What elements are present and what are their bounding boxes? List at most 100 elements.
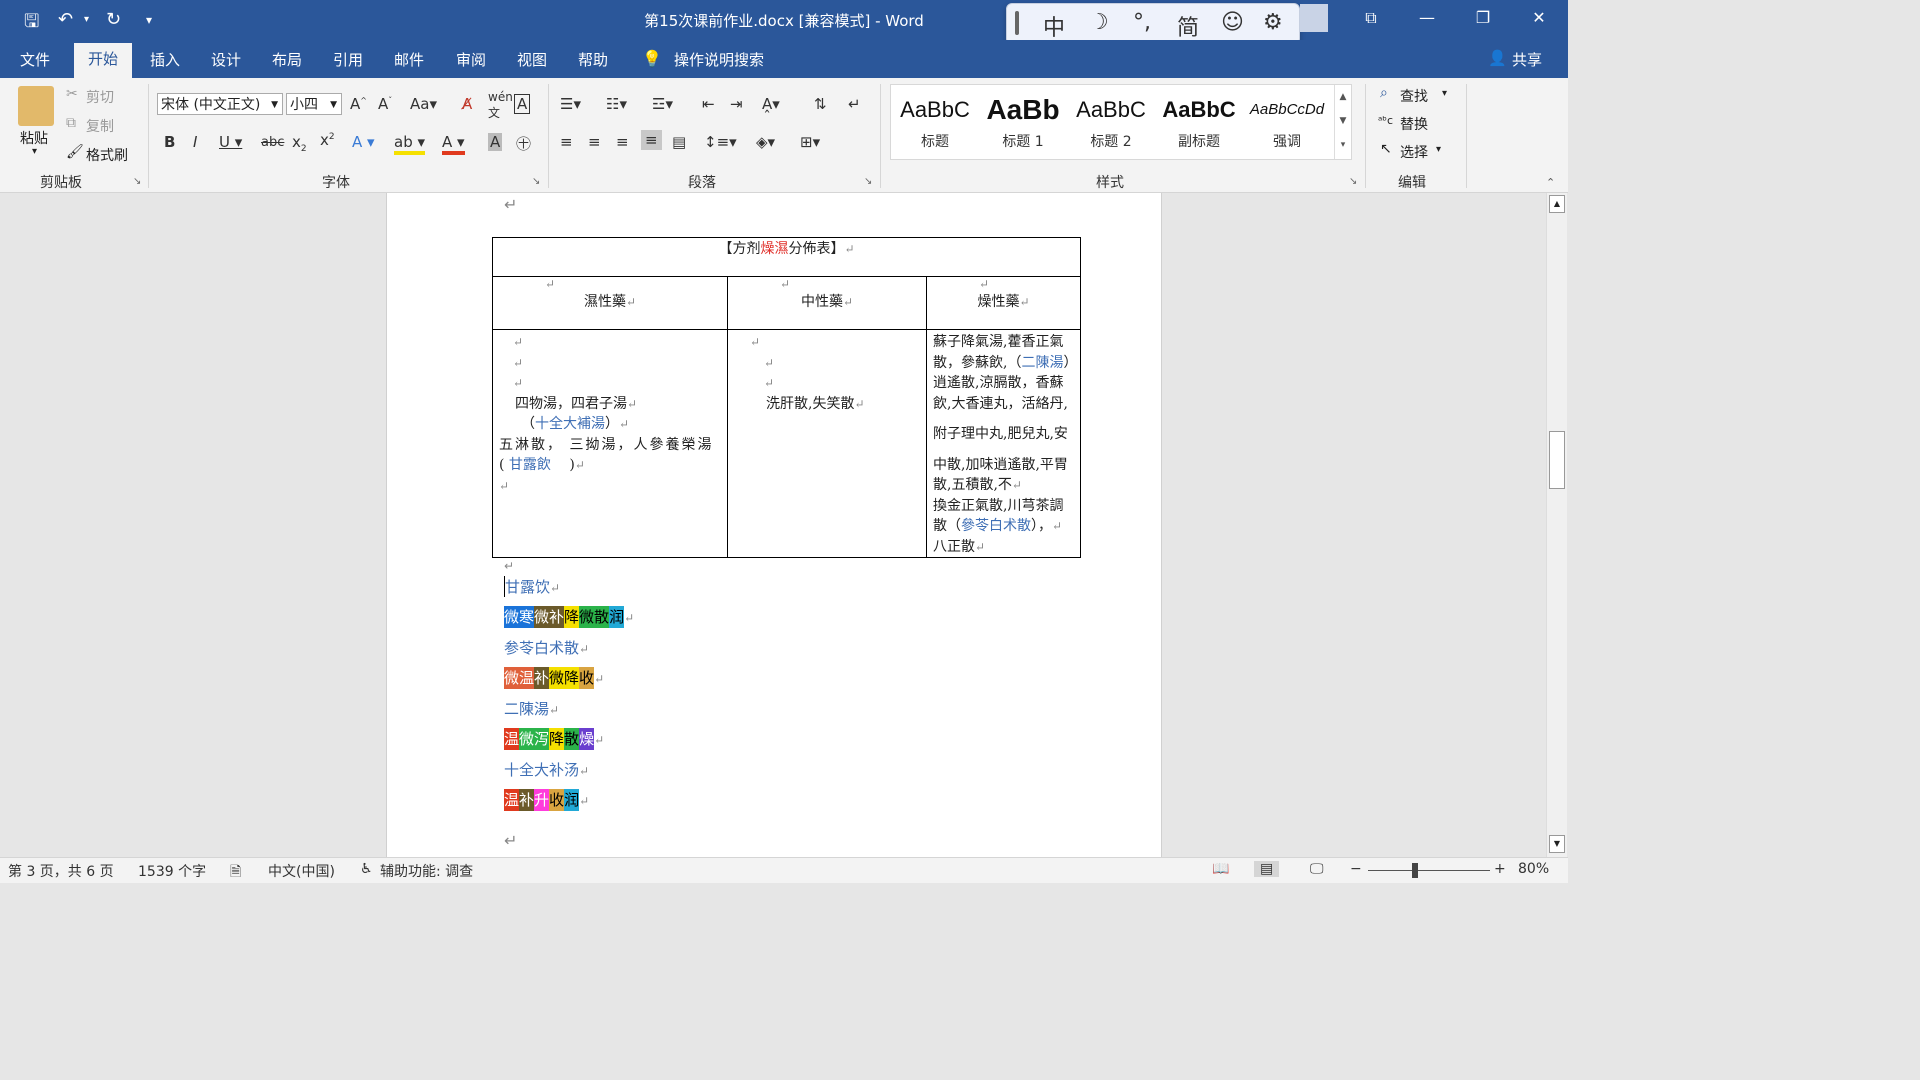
zoom-in-button[interactable]: + bbox=[1494, 861, 1506, 877]
dry-cell[interactable]: 蘇子降氣湯,藿香正氣散，參蘇飲,（二陳湯）逍遙散,涼膈散，香蘇飲,大香連丸，活絡… bbox=[926, 329, 1081, 558]
align-center-icon[interactable]: ≡ bbox=[588, 133, 601, 151]
numbering-icon[interactable]: ☷▾ bbox=[606, 95, 627, 113]
maximize-button[interactable]: ❐ bbox=[1468, 8, 1498, 27]
justify-icon[interactable]: ≡ bbox=[641, 130, 662, 150]
neutral-cell[interactable]: ↵ ↵ ↵ 洗肝散,失笑散↵ bbox=[727, 329, 927, 558]
change-case-icon[interactable]: Aa▾ bbox=[410, 95, 437, 113]
vertical-scrollbar[interactable]: ▲ ▼ bbox=[1546, 193, 1567, 857]
table-title-cell[interactable]: 【方剂燥濕分佈表】↵ bbox=[492, 237, 1081, 277]
find-button[interactable]: 查找 bbox=[1400, 86, 1428, 106]
collapse-ribbon-icon[interactable]: ⌃ bbox=[1546, 176, 1555, 189]
tab-layout[interactable]: 布局 bbox=[272, 49, 302, 70]
phonetic-guide-icon[interactable]: wén 文 bbox=[488, 90, 513, 121]
style-title[interactable]: AaBbC 标题 bbox=[891, 93, 979, 151]
scroll-down-button[interactable]: ▼ bbox=[1549, 835, 1565, 853]
proofing-icon[interactable]: 🗎 bbox=[230, 861, 241, 885]
formula-name-line[interactable]: 参苓白术散↵ bbox=[504, 637, 589, 658]
ime-punctuation-icon[interactable]: °, bbox=[1133, 10, 1151, 35]
tab-references[interactable]: 引用 bbox=[333, 49, 363, 70]
decrease-indent-icon[interactable]: ⇤ bbox=[702, 95, 715, 113]
paste-icon[interactable] bbox=[18, 86, 54, 126]
subscript-icon[interactable]: x2 bbox=[292, 133, 307, 154]
style-emphasis[interactable]: AaBbCcDd 强调 bbox=[1243, 93, 1331, 151]
multilevel-list-icon[interactable]: ☲▾ bbox=[652, 95, 673, 113]
sort-icon[interactable]: ⇅ bbox=[814, 95, 827, 113]
header-dry[interactable]: ↵ 燥性藥↵ bbox=[926, 276, 1081, 330]
property-tags-row[interactable]: 微温补微降收↵ bbox=[504, 667, 604, 689]
web-layout-icon[interactable]: 🖵 bbox=[1310, 861, 1324, 877]
replace-button[interactable]: 替换 bbox=[1400, 114, 1428, 134]
shading-icon[interactable]: ◈▾ bbox=[756, 133, 775, 151]
clipboard-launcher-icon[interactable]: ↘ bbox=[133, 176, 141, 187]
italic-icon[interactable]: I bbox=[193, 133, 197, 151]
language-indicator[interactable]: 中文(中国) bbox=[268, 861, 335, 881]
header-neutral[interactable]: ↵ 中性藥↵ bbox=[727, 276, 927, 330]
styles-launcher-icon[interactable]: ↘ bbox=[1349, 176, 1357, 187]
underline-icon[interactable]: U ▾ bbox=[219, 133, 242, 151]
chevron-down-icon[interactable]: ▾ bbox=[1436, 144, 1441, 155]
ime-emoji-icon[interactable]: ☺ bbox=[1221, 10, 1244, 35]
read-mode-icon[interactable]: 📖 bbox=[1212, 861, 1229, 877]
text-effects-icon[interactable]: A ▾ bbox=[352, 133, 375, 151]
formula-name-line[interactable]: 二陳湯↵ bbox=[504, 698, 559, 719]
paragraph-launcher-icon[interactable]: ↘ bbox=[864, 176, 872, 187]
zoom-slider[interactable] bbox=[1368, 870, 1490, 871]
zoom-slider-thumb[interactable] bbox=[1412, 863, 1418, 878]
header-wet[interactable]: ↵ 濕性藥↵ bbox=[492, 276, 728, 330]
style-heading-1[interactable]: AaBb 标题 1 bbox=[979, 93, 1067, 151]
font-size-combo[interactable]: 小四 ▼ bbox=[286, 93, 342, 115]
accessibility-status[interactable]: 辅助功能: 调查 bbox=[380, 861, 473, 881]
font-name-combo[interactable]: 宋体 (中文正文) ▼ bbox=[157, 93, 283, 115]
tab-insert[interactable]: 插入 bbox=[150, 49, 180, 70]
character-shading-icon[interactable]: A bbox=[488, 133, 503, 151]
document-page[interactable]: ↵ 【方剂燥濕分佈表】↵ ↵ 濕性藥↵ ↵ 中性藥↵ ↵ 燥性藥↵ ↵ ↵ ↵ 四物湯… bbox=[386, 193, 1162, 857]
grow-font-icon[interactable]: A^ bbox=[350, 95, 367, 113]
character-border-icon[interactable]: A bbox=[514, 94, 531, 114]
style-heading-2[interactable]: AaBbC 标题 2 bbox=[1067, 93, 1155, 151]
minimize-button[interactable]: — bbox=[1412, 8, 1442, 27]
style-subtitle[interactable]: AaBbC 副标题 bbox=[1155, 93, 1243, 151]
enclose-characters-icon[interactable]: ㊉ bbox=[516, 133, 531, 154]
ime-drag-handle[interactable] bbox=[1015, 11, 1019, 35]
property-tags-row[interactable]: 微寒微补降微散润↵ bbox=[504, 606, 634, 628]
tab-help[interactable]: 帮助 bbox=[578, 49, 608, 70]
tab-view[interactable]: 视图 bbox=[517, 49, 547, 70]
superscript-icon[interactable]: x2 bbox=[320, 131, 335, 149]
show-formatting-marks-icon[interactable]: ↵ bbox=[848, 95, 861, 113]
shrink-font-icon[interactable]: Aˇ bbox=[378, 95, 392, 113]
ime-simplified-icon[interactable]: 简 bbox=[1177, 10, 1199, 42]
increase-indent-icon[interactable]: ⇥ bbox=[730, 95, 743, 113]
borders-icon[interactable]: ⊞▾ bbox=[800, 133, 820, 151]
tab-home[interactable]: 开始 bbox=[74, 43, 133, 78]
zoom-out-button[interactable]: − bbox=[1350, 861, 1362, 877]
property-tags-row[interactable]: 温补升收润↵ bbox=[504, 789, 589, 811]
print-layout-icon[interactable]: ▤ bbox=[1254, 861, 1280, 877]
formula-table[interactable]: 【方剂燥濕分佈表】↵ ↵ 濕性藥↵ ↵ 中性藥↵ ↵ 燥性藥↵ ↵ ↵ ↵ 四物湯，四… bbox=[492, 237, 1081, 558]
ime-chinese-mode-icon[interactable]: 中 bbox=[1043, 10, 1065, 42]
ime-settings-icon[interactable]: ⚙ bbox=[1263, 10, 1283, 35]
bullets-icon[interactable]: ☰▾ bbox=[560, 95, 581, 113]
bold-icon[interactable]: B bbox=[164, 133, 175, 151]
tab-mailings[interactable]: 邮件 bbox=[394, 49, 424, 70]
scroll-up-button[interactable]: ▲ bbox=[1549, 195, 1565, 213]
page-count[interactable]: 第 3 页，共 6 页 bbox=[8, 861, 114, 881]
scrollbar-thumb[interactable] bbox=[1549, 431, 1565, 489]
font-launcher-icon[interactable]: ↘ bbox=[532, 176, 540, 187]
cut-button[interactable]: 剪切 bbox=[86, 87, 114, 107]
tab-file[interactable]: 文件 bbox=[20, 49, 50, 70]
chinese-layout-icon[interactable]: A̭▾ bbox=[762, 95, 780, 113]
wet-cell[interactable]: ↵ ↵ ↵ 四物湯，四君子湯↵ （十全大補湯）↵ 五淋散， 三拗湯，人參養榮湯 … bbox=[492, 329, 728, 558]
format-painter-button[interactable]: 格式刷 bbox=[86, 145, 128, 165]
clear-formatting-icon[interactable]: A̸ bbox=[462, 95, 472, 113]
close-button[interactable]: ✕ bbox=[1524, 8, 1554, 27]
styles-scroll[interactable]: ▲ ▼ ▾ bbox=[1334, 85, 1351, 159]
zoom-level[interactable]: 80% bbox=[1518, 861, 1549, 877]
ribbon-display-options-icon[interactable]: ⧉ bbox=[1356, 8, 1386, 28]
property-tags-row[interactable]: 温微泻降散燥↵ bbox=[504, 728, 604, 750]
line-spacing-icon[interactable]: ↕≡▾ bbox=[704, 133, 737, 151]
tab-design[interactable]: 设计 bbox=[211, 49, 241, 70]
align-right-icon[interactable]: ≡ bbox=[616, 133, 629, 151]
select-button[interactable]: 选择 bbox=[1400, 142, 1428, 162]
align-left-icon[interactable]: ≡ bbox=[560, 133, 573, 151]
user-avatar[interactable] bbox=[1300, 4, 1328, 32]
